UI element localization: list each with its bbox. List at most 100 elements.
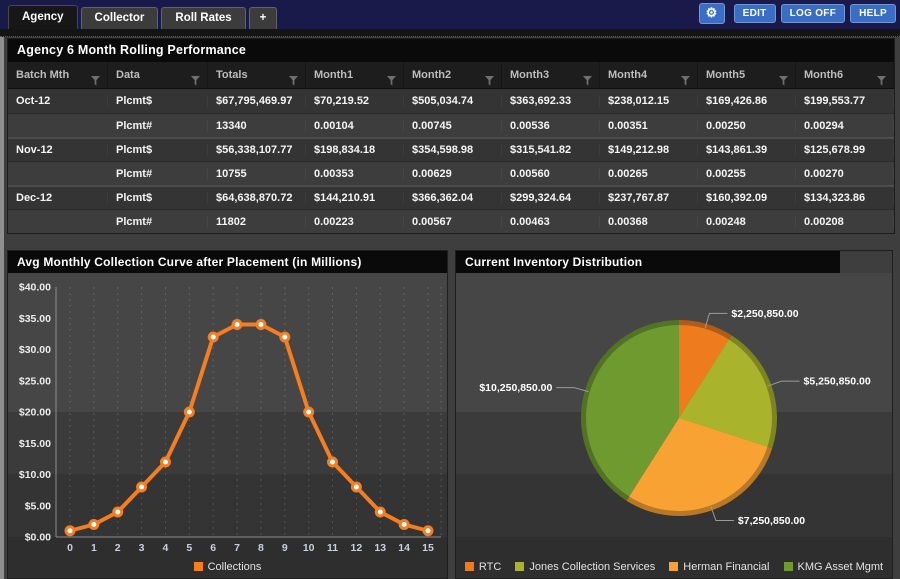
data-point[interactable] <box>66 527 74 535</box>
filter-funnel-icon[interactable] <box>779 70 788 96</box>
log-off-button[interactable]: LOG OFF <box>781 4 846 23</box>
table-cell: $70,219.52 <box>306 95 404 107</box>
x-tick-label: 13 <box>374 542 386 554</box>
table-cell: 0.00368 <box>600 216 698 228</box>
table-cell: Oct-12 <box>8 95 108 107</box>
table-cell: Plcmt# <box>108 216 208 228</box>
data-point[interactable] <box>185 408 193 416</box>
table-row[interactable]: Plcmt#133400.001040.007450.005360.003510… <box>8 113 894 137</box>
data-point[interactable] <box>376 508 384 516</box>
column-header[interactable]: Month5 <box>698 62 796 88</box>
table-cell: $160,392.09 <box>698 192 796 204</box>
filter-funnel-icon[interactable] <box>877 70 886 96</box>
rolling-performance-panel: Agency 6 Month Rolling Performance Batch… <box>7 38 895 234</box>
y-tick-label: $25.00 <box>19 375 51 387</box>
table-row[interactable]: Plcmt#107550.003530.006290.005600.002650… <box>8 161 894 185</box>
data-point[interactable] <box>305 408 313 416</box>
column-header-label: Month2 <box>412 69 451 81</box>
table-cell: 0.00745 <box>404 120 502 132</box>
data-point[interactable] <box>424 527 432 535</box>
y-tick-label: $10.00 <box>19 469 51 481</box>
table-cell: 0.00463 <box>502 216 600 228</box>
column-header-label: Month4 <box>608 69 647 81</box>
table-cell: 0.00223 <box>306 216 404 228</box>
legend-swatch <box>784 562 793 571</box>
pie-value-label: $10,250,850.00 <box>479 382 552 394</box>
table-row[interactable]: Nov-12Plcmt$$56,338,107.77$198,834.18$35… <box>8 137 894 161</box>
x-tick-label: 9 <box>282 542 288 554</box>
column-header[interactable]: Month1 <box>306 62 404 88</box>
data-point[interactable] <box>138 483 146 491</box>
y-tick-label: $20.00 <box>19 407 51 419</box>
column-header-label: Batch Mth <box>16 69 69 81</box>
filter-funnel-icon[interactable] <box>91 70 100 96</box>
column-header-label: Month6 <box>804 69 843 81</box>
table-cell: 0.00294 <box>796 120 894 132</box>
data-point[interactable] <box>114 508 122 516</box>
collection-curve-panel: Avg Monthly Collection Curve after Place… <box>7 250 448 579</box>
legend-item-rtc[interactable]: RTC <box>465 561 501 573</box>
legend-item-herman-financial[interactable]: Herman Financial <box>669 561 769 573</box>
line-chart-title: Avg Monthly Collection Curve after Place… <box>8 251 447 273</box>
y-tick-label: $35.00 <box>19 313 51 325</box>
table-cell: 0.00265 <box>600 168 698 180</box>
x-tick-label: 7 <box>234 542 240 554</box>
filter-funnel-icon[interactable] <box>681 70 690 96</box>
column-header-label: Month3 <box>510 69 549 81</box>
y-tick-label: $30.00 <box>19 344 51 356</box>
column-header[interactable]: Month2 <box>404 62 502 88</box>
filter-funnel-icon[interactable] <box>485 70 494 96</box>
pie-chart-title-row: Current Inventory Distribution <box>456 251 892 273</box>
legend-item-jones-collection-services[interactable]: Jones Collection Services <box>515 561 655 573</box>
table-cell: 10755 <box>208 168 306 180</box>
filter-funnel-icon[interactable] <box>191 70 200 96</box>
pie-label-leader <box>767 381 799 386</box>
column-header[interactable]: Month4 <box>600 62 698 88</box>
legend-item-kmg-asset-mgmt[interactable]: KMG Asset Mgmt <box>784 561 884 573</box>
data-point[interactable] <box>90 521 98 529</box>
table-cell: $299,324.64 <box>502 192 600 204</box>
data-point[interactable] <box>257 321 265 329</box>
table-row[interactable]: Oct-12Plcmt$$67,795,469.97$70,219.52$505… <box>8 89 894 113</box>
tab-collector[interactable]: Collector <box>81 7 159 29</box>
table-body: Oct-12Plcmt$$67,795,469.97$70,219.52$505… <box>8 89 894 233</box>
left-edge-gutter[interactable] <box>0 37 4 579</box>
column-header[interactable]: Month3 <box>502 62 600 88</box>
table-row[interactable]: Plcmt#118020.002230.005670.004630.003680… <box>8 209 894 233</box>
data-point[interactable] <box>329 458 337 466</box>
table-cell: $67,795,469.97 <box>208 95 306 107</box>
legend-item-collections[interactable]: Collections <box>194 561 262 573</box>
tab-strip: Agency Collector Roll Rates + <box>8 5 277 29</box>
pie-chart-area: $2,250,850.00$5,250,850.00$7,250,850.00$… <box>456 273 892 578</box>
filter-funnel-icon[interactable] <box>583 70 592 96</box>
table-cell: Plcmt$ <box>108 144 208 156</box>
table-cell: $363,692.33 <box>502 95 600 107</box>
edit-button[interactable]: EDIT <box>734 4 776 23</box>
gear-icon[interactable]: ⚙ <box>699 3 725 24</box>
data-point[interactable] <box>281 333 289 341</box>
table-cell: 0.00208 <box>796 216 894 228</box>
tab-add[interactable]: + <box>249 7 278 29</box>
column-header[interactable]: Data <box>108 62 208 88</box>
table-panel-title: Agency 6 Month Rolling Performance <box>8 39 894 62</box>
data-point[interactable] <box>209 333 217 341</box>
data-point[interactable] <box>400 521 408 529</box>
line-chart-svg: $40.00$35.00$30.00$25.00$20.00$15.00$10.… <box>8 273 447 555</box>
x-tick-label: 6 <box>210 542 216 554</box>
tab-agency[interactable]: Agency <box>8 5 78 29</box>
data-point[interactable] <box>352 483 360 491</box>
table-cell: 13340 <box>208 120 306 132</box>
table-cell: Plcmt# <box>108 120 208 132</box>
table-cell: $315,541.82 <box>502 144 600 156</box>
tab-roll-rates[interactable]: Roll Rates <box>161 7 245 29</box>
column-header[interactable]: Totals <box>208 62 306 88</box>
table-row[interactable]: Dec-12Plcmt$$64,638,870.72$144,210.91$36… <box>8 185 894 209</box>
data-point[interactable] <box>233 321 241 329</box>
filter-funnel-icon[interactable] <box>289 70 298 96</box>
column-header[interactable]: Batch Mth <box>8 62 108 88</box>
column-header[interactable]: Month6 <box>796 62 894 88</box>
filter-funnel-icon[interactable] <box>387 70 396 96</box>
data-point[interactable] <box>161 458 169 466</box>
help-button[interactable]: HELP <box>850 4 896 23</box>
x-tick-label: 11 <box>327 542 338 554</box>
